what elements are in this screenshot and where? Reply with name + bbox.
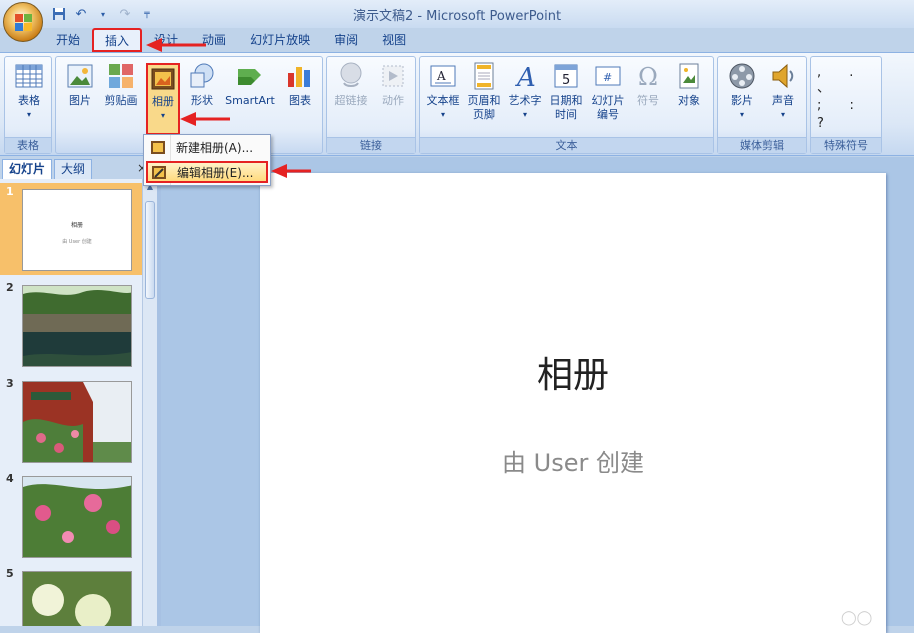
office-button[interactable]: [3, 2, 43, 42]
chevron-down-icon: ▾: [26, 110, 31, 119]
action-button[interactable]: 动作: [375, 61, 411, 108]
group-label-special: 特殊符号: [811, 137, 881, 153]
tab-outline[interactable]: 大纲: [54, 159, 93, 179]
new-album-menu-item[interactable]: 新建相册(A)...: [146, 137, 268, 159]
shapes-icon: [187, 61, 217, 91]
svg-text:A: A: [436, 69, 446, 83]
pavilion-photo: [22, 381, 132, 463]
sound-button[interactable]: 声音 ▾: [764, 61, 802, 122]
chart-icon: [285, 61, 315, 91]
chevron-down-icon: ▾: [780, 110, 785, 119]
table-button[interactable]: 表格 ▾: [9, 61, 49, 122]
group-special-symbols: , . 、 ; : ? ● 符号 ▾ 特殊符号: [810, 56, 882, 154]
slides-pane: 1 相册 由 User 创建 2 3 4 5: [0, 179, 142, 626]
chart-button[interactable]: 图表: [282, 61, 318, 108]
slide-thumbnail[interactable]: 5: [0, 565, 142, 626]
chevron-down-icon: ▾: [160, 111, 165, 120]
slide-subtitle[interactable]: 由 User 创建: [260, 443, 886, 478]
wordart-icon: A: [510, 61, 540, 93]
group-label-tables: 表格: [5, 137, 51, 153]
chevron-down-icon: ▾: [440, 110, 445, 119]
slide-number-icon: #: [593, 61, 623, 91]
header-footer-button[interactable]: 页眉和 页脚: [464, 61, 504, 122]
ribbon: 表格 ▾ 表格 图片 剪贴画 相册 ▾ 形状 SmartArt 图表 超链接 动…: [0, 52, 914, 156]
svg-text:#: #: [603, 71, 612, 84]
tab-review[interactable]: 审阅: [322, 28, 370, 52]
clipart-icon: [106, 61, 136, 91]
header-footer-icon: [469, 61, 499, 91]
group-media: 影片 ▾ 声音 ▾ 媒体剪辑: [717, 56, 807, 154]
textbox-button[interactable]: A 文本框 ▾: [424, 61, 462, 122]
slide-title[interactable]: 相册: [260, 346, 886, 398]
smartart-button[interactable]: SmartArt: [222, 61, 278, 108]
window-title: 演示文稿2 - Microsoft PowerPoint: [352, 9, 562, 24]
picture-button[interactable]: 图片: [62, 61, 98, 108]
slide-thumbnail[interactable]: 1 相册 由 User 创建: [0, 183, 142, 275]
scroll-thumb[interactable]: [145, 201, 155, 299]
slide-thumbnail[interactable]: 4: [0, 470, 142, 562]
punctuation-icons-row2: ; : ?: [817, 98, 866, 131]
table-icon: [14, 61, 44, 91]
new-album-icon: [151, 141, 165, 154]
slide-thumbnail[interactable]: 2: [0, 279, 142, 371]
group-text: A 文本框 ▾ 页眉和 页脚 A 艺术字 ▾ 5 日期和 时间 # 幻灯片 编号…: [419, 56, 714, 154]
punctuation-icons: , . 、: [817, 65, 866, 96]
object-icon: [674, 61, 704, 91]
office-logo-icon: [15, 14, 32, 31]
group-label-media: 媒体剪辑: [718, 137, 806, 153]
annotation-arrow: [180, 112, 230, 126]
slide-editor: 相册 由 User 创建: [161, 157, 914, 633]
watermark-icon: ◯◯: [841, 610, 873, 626]
flowers-photo: [22, 476, 132, 558]
slide-number-button[interactable]: # 幻灯片 编号: [588, 61, 628, 122]
tab-view[interactable]: 视图: [370, 28, 418, 52]
picture-icon: [65, 61, 95, 91]
textbox-icon: A: [428, 61, 458, 91]
slides-scrollbar[interactable]: ▲: [142, 179, 157, 626]
action-icon: [378, 61, 408, 91]
hyperlink-icon: [336, 61, 366, 91]
group-tables: 表格 ▾ 表格: [4, 56, 52, 154]
speaker-icon: [768, 61, 798, 91]
svg-text:Ω: Ω: [638, 63, 658, 91]
edit-album-menu-item[interactable]: 编辑相册(E)...: [146, 161, 268, 183]
title-bar: ↶ ▾ ↷ ╤ 演示文稿2 - Microsoft PowerPoint: [0, 0, 914, 28]
hydrangea-photo: [22, 571, 132, 626]
group-label-links: 链接: [327, 137, 415, 153]
calendar-icon: 5: [551, 61, 581, 91]
annotation-arrow: [146, 38, 206, 52]
photo-album-button[interactable]: 相册 ▾: [146, 63, 180, 135]
thumbnail-image: 相册 由 User 创建: [22, 189, 132, 271]
tab-slideshow[interactable]: 幻灯片放映: [238, 28, 322, 52]
object-button[interactable]: 对象: [670, 61, 708, 108]
svg-text:A: A: [515, 63, 536, 91]
smartart-icon: [235, 61, 265, 91]
clipart-button[interactable]: 剪贴画: [101, 61, 141, 108]
symbol-button[interactable]: Ω 符号: [630, 61, 666, 108]
datetime-button[interactable]: 5 日期和 时间: [546, 61, 586, 122]
group-label-text: 文本: [420, 137, 713, 153]
group-links: 超链接 动作 链接: [326, 56, 416, 154]
film-reel-icon: [727, 61, 757, 91]
slide-canvas[interactable]: 相册 由 User 创建: [260, 173, 886, 633]
edit-album-icon: [152, 166, 166, 179]
hyperlink-button[interactable]: 超链接: [331, 61, 371, 108]
ribbon-tabs: 开始 插入 设计 动画 幻灯片放映 审阅 视图: [44, 28, 418, 52]
slide-thumbnail[interactable]: 3: [0, 375, 142, 467]
pane-tabs: 幻灯片 大纲 ×: [0, 157, 160, 179]
annotation-arrow: [271, 164, 311, 178]
tab-slides[interactable]: 幻灯片: [2, 159, 53, 179]
svg-text:5: 5: [562, 73, 570, 88]
album-dropdown-menu: 新建相册(A)... 编辑相册(E)...: [143, 134, 271, 186]
tab-insert[interactable]: 插入: [92, 28, 143, 52]
movie-button[interactable]: 影片 ▾: [724, 61, 760, 122]
photo-album-icon: [150, 66, 176, 92]
chevron-down-icon: ▾: [739, 110, 744, 119]
chevron-down-icon: ▾: [522, 110, 527, 119]
lake-photo: [22, 285, 132, 367]
omega-icon: Ω: [633, 61, 663, 91]
shapes-button[interactable]: 形状: [186, 61, 218, 108]
wordart-button[interactable]: A 艺术字 ▾: [506, 61, 544, 122]
tab-home[interactable]: 开始: [44, 28, 92, 52]
